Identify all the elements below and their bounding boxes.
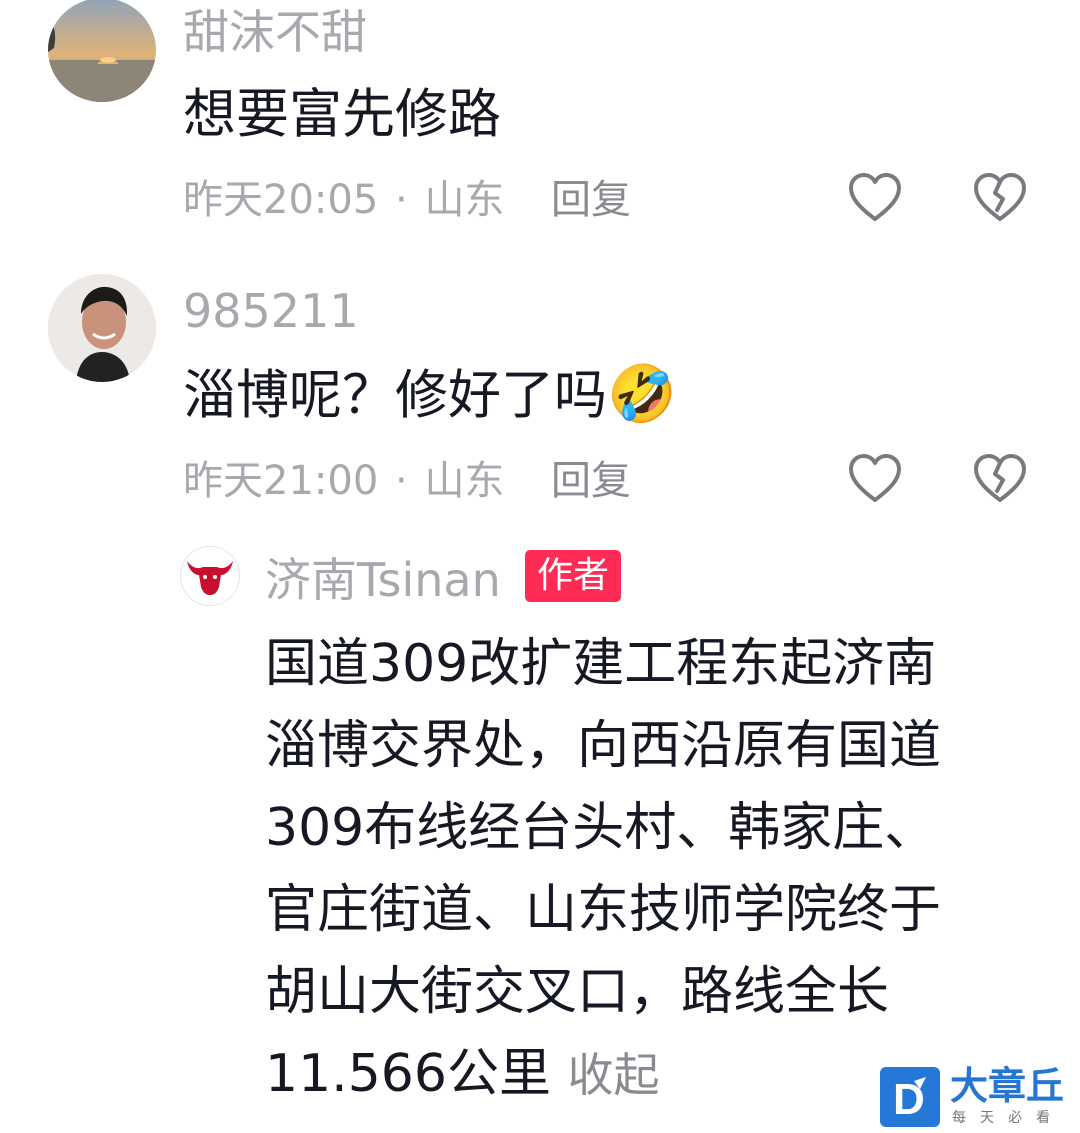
heart-icon <box>849 454 901 502</box>
comment-text-content: 淄博呢？修好了吗 <box>183 365 607 426</box>
bull-logo-icon <box>187 561 233 595</box>
collapse-button[interactable]: 收起 <box>567 1048 659 1102</box>
reply-line: 国道309改扩建工程东起济南 <box>265 634 937 694</box>
comment-text: 淄博呢？修好了吗🤣 <box>183 355 677 436</box>
author-username[interactable]: 济南Tsinan <box>265 550 501 610</box>
dislike-button[interactable] <box>970 449 1030 509</box>
reply-line: 309布线经台头村、韩家庄、 <box>265 798 937 858</box>
heart-icon <box>849 173 901 221</box>
watermark-logo-icon: D <box>880 1067 940 1127</box>
like-button[interactable] <box>845 168 905 228</box>
broken-heart-icon <box>974 173 1026 221</box>
author-badge: 作者 <box>525 550 622 602</box>
author-reply-text: 国道309改扩建工程东起济南 淄博交界处，向西沿原有国道 309布线经台头村、韩… <box>265 623 1035 1116</box>
comment-meta: 昨天20:05 · 山东 <box>183 175 504 225</box>
comment-time: 昨天20:05 <box>183 177 379 223</box>
comment-time: 昨天21:00 <box>183 458 379 504</box>
comment-meta: 昨天21:00 · 山东 <box>183 456 504 506</box>
dislike-button[interactable] <box>970 168 1030 228</box>
like-button[interactable] <box>845 449 905 509</box>
comment-username[interactable]: 甜沫不甜 <box>183 2 367 62</box>
reply-button[interactable]: 回复 <box>551 456 631 506</box>
reply-line: 官庄街道、山东技师学院终于 <box>265 880 942 940</box>
laughing-emoji-icon: 🤣 <box>607 362 677 427</box>
watermark-title: 大章丘 <box>950 1064 1065 1108</box>
reply-button[interactable]: 回复 <box>551 175 631 225</box>
reply-line: 胡山大街交叉口，路线全长 <box>265 962 890 1022</box>
reply-line: 11.566公里 <box>265 1044 551 1104</box>
man-portrait-image <box>48 274 156 382</box>
comment-text: 想要富先修路 <box>183 84 501 145</box>
meta-separator: · <box>395 177 408 223</box>
reply-line: 淄博交界处，向西沿原有国道 <box>265 716 942 776</box>
comment-location: 山东 <box>424 458 505 504</box>
avatar[interactable] <box>180 546 240 606</box>
meta-separator: · <box>395 458 408 504</box>
avatar[interactable] <box>48 274 156 382</box>
broken-heart-icon <box>974 454 1026 502</box>
watermark-subtitle: 每天必看 <box>952 1110 1064 1126</box>
sunset-avatar-image <box>48 0 156 102</box>
avatar[interactable] <box>48 0 156 102</box>
comment-username[interactable]: 985211 <box>183 281 359 341</box>
comment-location: 山东 <box>424 177 505 223</box>
watermark: D 大章丘 每天必看 <box>880 1065 1075 1129</box>
